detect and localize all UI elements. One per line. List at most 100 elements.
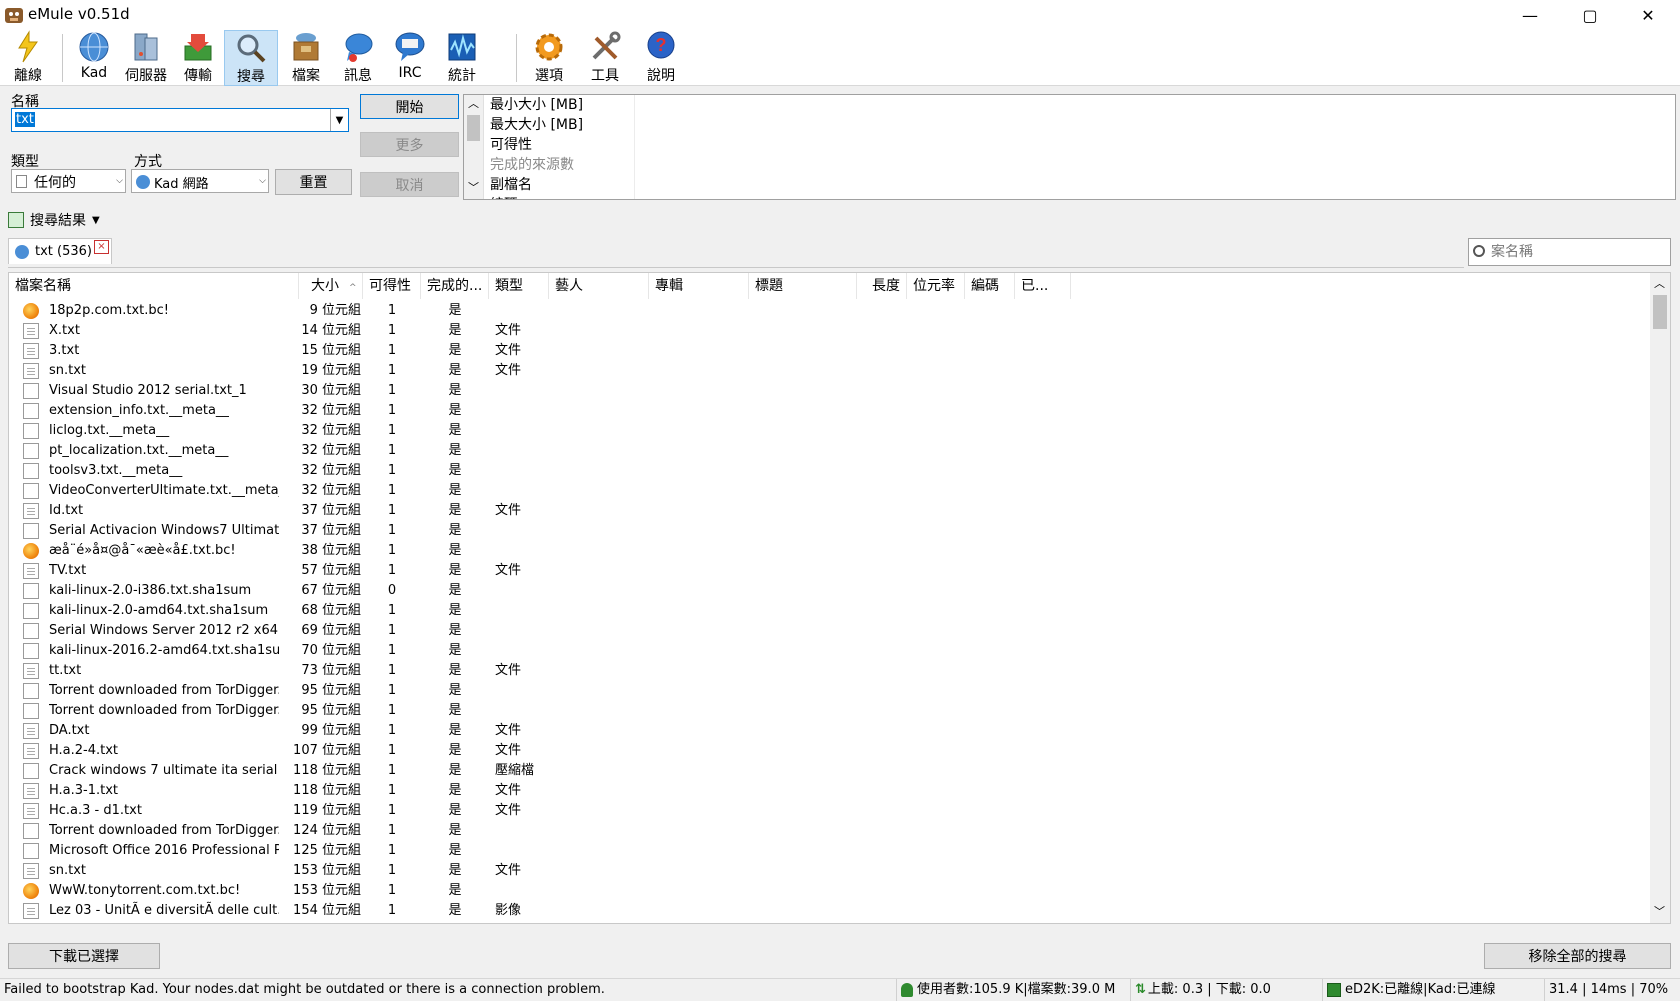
param-extension[interactable]: 副檔名: [484, 175, 1675, 195]
table-row[interactable]: kali-linux-2.0-i386.txt.sha1sum 67 位元組 0 是: [9, 581, 1649, 601]
table-row[interactable]: WwW.tonytorrent.com.txt.bc! 153 位元組 1 是: [9, 881, 1649, 901]
param-min-size[interactable]: 最小大小 [MB]: [484, 95, 1675, 115]
cancel-button[interactable]: 取消: [360, 172, 459, 197]
toolbar-servers[interactable]: 伺服器: [120, 30, 172, 86]
name-input-value[interactable]: txt: [15, 112, 35, 127]
col-title[interactable]: 標題: [749, 273, 857, 299]
cell-availability: 1: [387, 463, 397, 478]
parameters-scrollbar[interactable]: ︿ ﹀: [464, 95, 484, 199]
toolbar-tools[interactable]: 工具: [579, 30, 631, 86]
toolbar-transfers[interactable]: 傳輸: [172, 30, 224, 86]
reset-button[interactable]: 重置: [275, 169, 352, 195]
chevron-down-icon[interactable]: ﹀: [468, 179, 479, 195]
download-selected-button[interactable]: 下載已選擇: [8, 943, 160, 969]
toolbar-disconnect[interactable]: 離線: [2, 30, 54, 86]
remove-all-searches-button[interactable]: 移除全部的搜尋: [1484, 943, 1671, 969]
toolbar-irc[interactable]: IRC: [384, 30, 436, 86]
table-row[interactable]: H.a.2-4.txt 107 位元組 1 是 文件: [9, 741, 1649, 761]
table-row[interactable]: TV.txt 57 位元組 1 是 文件: [9, 561, 1649, 581]
col-codec[interactable]: 編碼: [965, 273, 1015, 299]
maximize-button[interactable]: ▢: [1560, 0, 1620, 30]
col-availability[interactable]: 可得性: [363, 273, 421, 299]
table-row[interactable]: sn.txt 153 位元組 1 是 文件: [9, 861, 1649, 881]
cell-filename: kali-linux-2.0-amd64.txt.sha1sum: [49, 603, 269, 618]
table-row[interactable]: sn.txt 19 位元組 1 是 文件: [9, 361, 1649, 381]
text-document-icon: [23, 803, 39, 819]
param-availability[interactable]: 可得性: [484, 135, 1675, 155]
results-scrollbar[interactable]: ︿ ﹀: [1650, 273, 1670, 923]
table-row[interactable]: Torrent downloaded from TorDigger... 95 位…: [9, 701, 1649, 721]
col-complete[interactable]: 完成的...: [421, 273, 489, 299]
cell-size: 118 位元組: [293, 783, 361, 798]
toolbar-statistics[interactable]: 統計: [436, 30, 488, 86]
cell-complete: 是: [448, 603, 462, 618]
table-row[interactable]: Microsoft Office 2016 Professional Pl...…: [9, 841, 1649, 861]
search-results-list[interactable]: 檔案名稱 大小 ^ 可得性 完成的... 類型 藝人 專輯 標題 長度 位元率 編…: [8, 272, 1671, 924]
name-combobox[interactable]: txt ▼: [11, 108, 349, 132]
type-label: 類型: [11, 154, 39, 170]
toolbar-options[interactable]: 選項: [523, 30, 575, 86]
chevron-up-icon[interactable]: ︿: [468, 95, 479, 111]
start-button[interactable]: 開始: [360, 94, 459, 119]
close-button[interactable]: ✕: [1618, 0, 1678, 30]
table-row[interactable]: Serial Windows Server 2012 r2 x64.... 69 …: [9, 621, 1649, 641]
table-row[interactable]: Lez 03 - UnitÃ e diversitÃ delle cult...…: [9, 901, 1649, 921]
col-type[interactable]: 類型: [489, 273, 549, 299]
filter-input[interactable]: 案名稱: [1468, 238, 1671, 266]
cell-size: 99 位元組: [301, 723, 361, 738]
toolbar-search[interactable]: 搜尋: [224, 30, 278, 86]
results-scroll-thumb[interactable]: [1653, 295, 1667, 329]
table-row[interactable]: kali-linux-2.0-amd64.txt.sha1sum 68 位元組 1 是: [9, 601, 1649, 621]
search-parameters-list[interactable]: ︿ ﹀ 最小大小 [MB] 最大大小 [MB] 可得性 完成的來源數 副檔名 編…: [463, 94, 1676, 200]
col-length[interactable]: 長度: [857, 273, 907, 299]
table-row[interactable]: X.txt 14 位元組 1 是 文件: [9, 321, 1649, 341]
cell-complete: 是: [448, 343, 462, 358]
table-row[interactable]: pt_localization.txt.__meta__ 32 位元組 1 是: [9, 441, 1649, 461]
col-artist[interactable]: 藝人: [549, 273, 649, 299]
toolbar-kad[interactable]: Kad: [68, 30, 120, 86]
status-network[interactable]: eD2K:已離線|Kad:已連線: [1322, 979, 1542, 1001]
col-size[interactable]: 大小 ^: [299, 273, 363, 299]
toolbar-messages[interactable]: 訊息: [332, 30, 384, 86]
cell-availability: 1: [387, 523, 397, 538]
table-row[interactable]: kali-linux-2016.2-amd64.txt.sha1sum 70 位元…: [9, 641, 1649, 661]
param-complete-sources[interactable]: 完成的來源數: [484, 155, 1675, 175]
minimize-button[interactable]: —: [1500, 0, 1560, 30]
more-button[interactable]: 更多: [360, 132, 459, 157]
toolbar-shared-files[interactable]: 檔案: [280, 30, 332, 86]
chevron-up-icon[interactable]: ︿: [1654, 275, 1665, 291]
table-row[interactable]: DA.txt 99 位元組 1 是 文件: [9, 721, 1649, 741]
table-row[interactable]: Serial Activacion Windows7 Ultimate... 37…: [9, 521, 1649, 541]
table-row[interactable]: æå¨é»å¤@å¯«æè«å£.txt.bc! 38 位元組 1 是: [9, 541, 1649, 561]
table-row[interactable]: tt.txt 73 位元組 1 是 文件: [9, 661, 1649, 681]
method-select[interactable]: Kad 網路 ⌵: [131, 169, 269, 193]
table-row[interactable]: 3.txt 15 位元組 1 是 文件: [9, 341, 1649, 361]
table-row[interactable]: Id.txt 37 位元組 1 是 文件: [9, 501, 1649, 521]
param-max-size[interactable]: 最大大小 [MB]: [484, 115, 1675, 135]
name-dropdown-button[interactable]: ▼: [330, 109, 348, 131]
table-row[interactable]: VideoConverterUltimate.txt.__meta__ 32 位元…: [9, 481, 1649, 501]
col-bitrate[interactable]: 位元率: [907, 273, 965, 299]
table-row[interactable]: extension_info.txt.__meta__ 32 位元組 1 是: [9, 401, 1649, 421]
chevron-down-icon[interactable]: ﹀: [1654, 903, 1665, 919]
type-select[interactable]: 任何的 ⌵: [11, 169, 126, 193]
cell-complete: 是: [448, 883, 462, 898]
parameters-scroll-thumb[interactable]: [467, 115, 480, 141]
col-filename[interactable]: 檔案名稱: [9, 273, 299, 299]
table-row[interactable]: H.a.3-1.txt 118 位元組 1 是 文件: [9, 781, 1649, 801]
table-row[interactable]: Torrent downloaded from TorDigger... 124 …: [9, 821, 1649, 841]
toolbar-help[interactable]: ? 說明: [635, 30, 687, 86]
cell-size: 124 位元組: [293, 823, 361, 838]
table-row[interactable]: liclog.txt.__meta__ 32 位元組 1 是: [9, 421, 1649, 441]
search-results-menu[interactable]: 搜尋結果 ▼: [8, 209, 100, 231]
param-codec[interactable]: 編碼: [484, 195, 1675, 199]
table-row[interactable]: Crack windows 7 ultimate ita serial t...…: [9, 761, 1649, 781]
table-row[interactable]: 18p2p.com.txt.bc! 9 位元組 1 是: [9, 301, 1649, 321]
table-row[interactable]: Visual Studio 2012 serial.txt_1 30 位元組 1 是: [9, 381, 1649, 401]
close-tab-icon[interactable]: ×: [94, 240, 109, 254]
col-known[interactable]: 已...: [1015, 273, 1071, 299]
table-row[interactable]: Torrent downloaded from TorDigger... 95 位…: [9, 681, 1649, 701]
table-row[interactable]: Hc.a.3 - d1.txt 119 位元組 1 是 文件: [9, 801, 1649, 821]
table-row[interactable]: toolsv3.txt.__meta__ 32 位元組 1 是: [9, 461, 1649, 481]
col-album[interactable]: 專輯: [649, 273, 749, 299]
